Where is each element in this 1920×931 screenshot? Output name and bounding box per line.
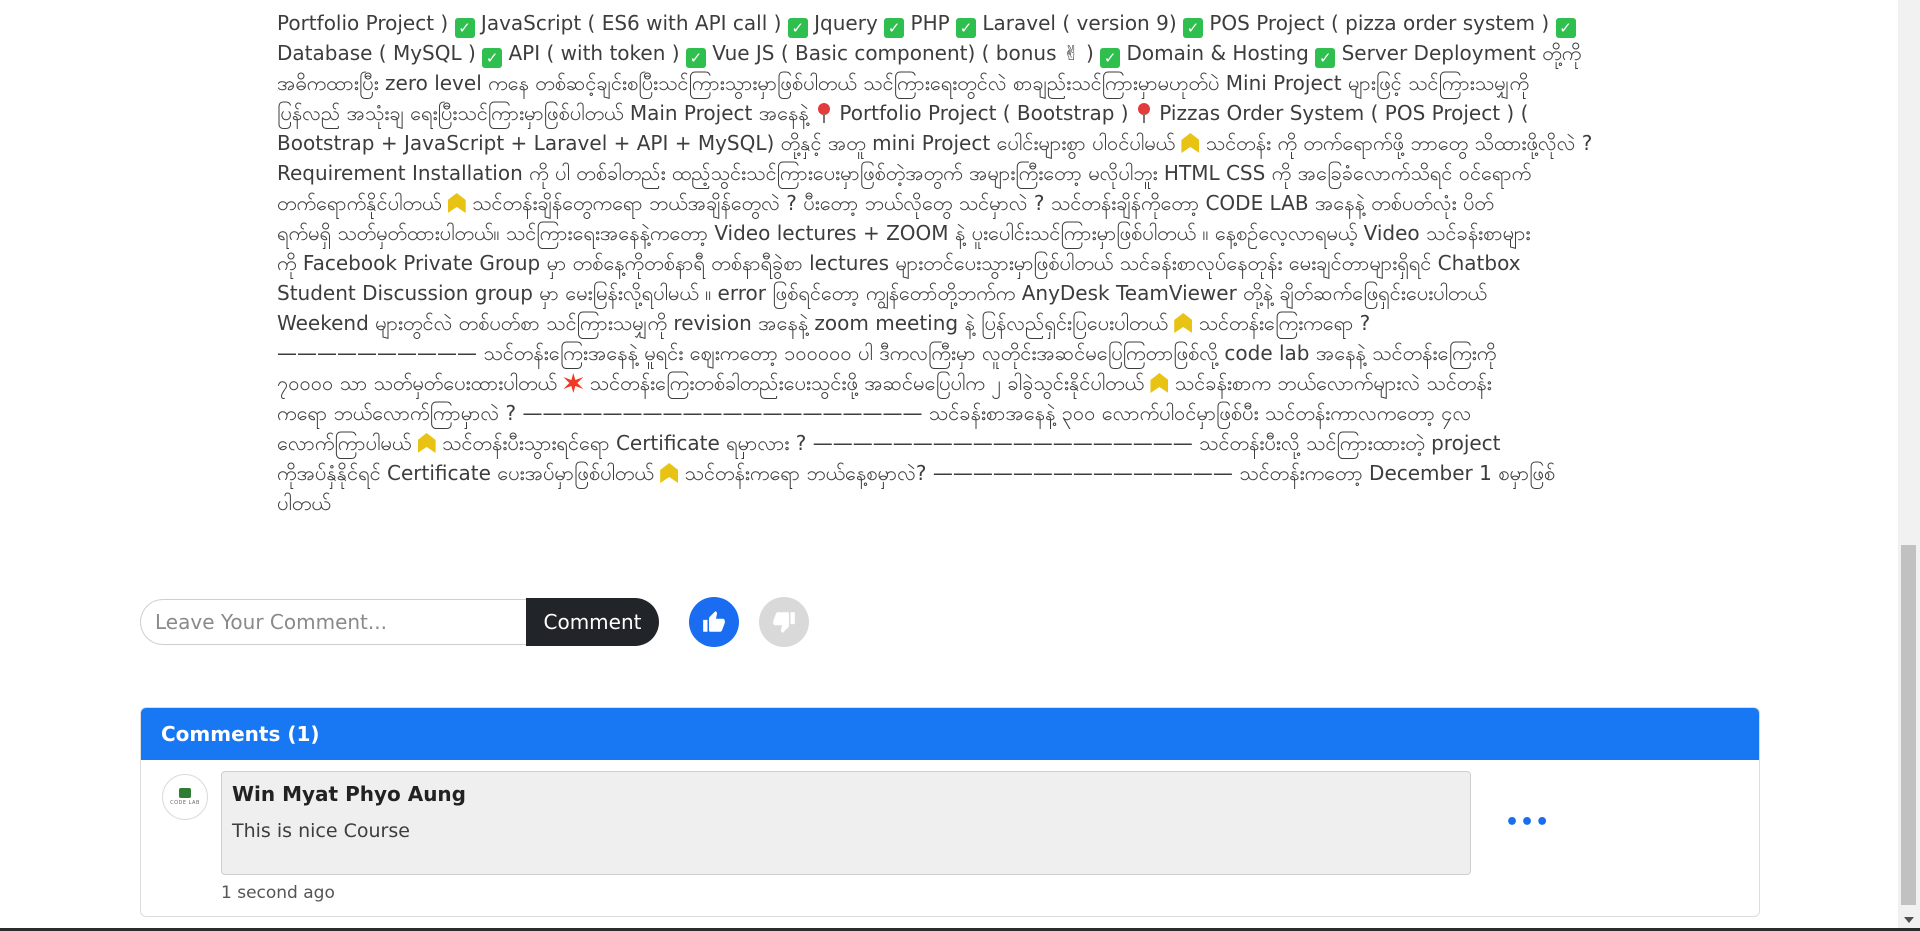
description-line: လောက်ကြာပါမယ် သင်တန်းပီးသွားရင်ရော Certi… — [277, 431, 1501, 455]
check-icon: ✓ — [884, 18, 905, 38]
scroll-down-arrow-icon[interactable] — [1904, 917, 1914, 923]
scrollbar-thumb[interactable] — [1901, 545, 1916, 905]
description-line: အဓိကထားပြီး zero level ကနေ တစ်ဆင့်ချင်းစ… — [277, 71, 1530, 95]
description-line: Requirement Installation ကို ပါ တစ်ခါတည်… — [277, 161, 1532, 185]
comment-timestamp: 1 second ago — [221, 883, 335, 903]
description-line: ပြန်လည် အသုံးချ ရေးပြီးသင်ကြားမှာဖြစ်ပါတ… — [277, 101, 1529, 125]
avatar: CODE LAB — [162, 774, 208, 820]
comment-text: This is nice Course — [232, 820, 410, 842]
comment-bubble: Win Myat Phyo Aung This is nice Course — [221, 771, 1471, 875]
course-description: Portfolio Project ) ✓ JavaScript ( ES6 w… — [277, 8, 1622, 518]
description-line: Database ( MySQL ) ✓ API ( with token ) … — [277, 41, 1582, 68]
description-line: ကို Facebook Private Group မှာ တစ်နေ့ကို… — [277, 251, 1521, 275]
description-line: ကရော ဘယ်လောက်ကြာမှာလဲ ? ————————————————… — [277, 401, 1472, 425]
check-icon: ✓ — [482, 48, 503, 68]
description-line: ၇၀၀၀၀ သာ သတ်မှတ်ပေးထားပါတယ် သင်တန်းကြေးတ… — [277, 371, 1492, 395]
description-line: Student Discussion group မှာ မေးမြန်းလို… — [277, 281, 1487, 305]
check-icon: ✓ — [1182, 18, 1203, 38]
beginner-badge-icon — [447, 193, 466, 213]
comment-button[interactable]: Comment — [526, 598, 659, 646]
thumbs-down-icon — [773, 612, 795, 633]
beginner-badge-icon — [1150, 373, 1169, 393]
code-lab-logo-icon — [179, 788, 191, 798]
check-icon: ✓ — [1555, 18, 1576, 38]
check-icon: ✓ — [956, 18, 977, 38]
beginner-badge-icon — [1174, 313, 1193, 333]
like-button[interactable] — [689, 597, 739, 647]
page-scrollbar[interactable] — [1898, 0, 1920, 931]
comment-menu-button[interactable]: ••• — [1505, 810, 1550, 835]
pin-icon — [1135, 103, 1153, 123]
thumbs-up-icon — [703, 611, 725, 632]
check-icon: ✓ — [1315, 48, 1336, 68]
description-line: ကိုအပ်နှံနိုင်ရင် Certificate ပေးအပ်မှာဖ… — [277, 461, 1556, 485]
page: Portfolio Project ) ✓ JavaScript ( ES6 w… — [0, 0, 1920, 931]
comment-form: Comment — [140, 598, 659, 646]
check-icon: ✓ — [1100, 48, 1121, 68]
description-line: ရက်မရှိ သတ်မှတ်ထားပါတယ်။ သင်ကြားရေးအနေနဲ… — [277, 221, 1531, 245]
comments-header: Comments (1) — [141, 708, 1759, 760]
check-icon: ✓ — [685, 48, 706, 68]
comment-input[interactable] — [140, 599, 526, 645]
beginner-badge-icon — [660, 463, 679, 483]
check-icon: ✓ — [454, 18, 475, 38]
beginner-badge-icon — [1181, 133, 1200, 153]
pin-icon — [815, 103, 833, 123]
description-line: Bootstrap + JavaScript + Laravel + API +… — [277, 131, 1593, 155]
description-line: —————————— သင်တန်းကြေးအနေနဲ့ မူရင်း ဈေးက… — [277, 341, 1497, 365]
check-icon: ✓ — [787, 18, 808, 38]
description-line: တက်ရောက်နိုင်ပါတယ် သင်တန်းချိန်တွေကရော ဘ… — [277, 191, 1494, 215]
beginner-badge-icon — [417, 433, 436, 453]
description-line: Portfolio Project ) ✓ JavaScript ( ES6 w… — [277, 8, 1622, 38]
description-line: Weekend များတွင်လဲ တစ်ပတ်စာ သင်ကြားသမျှက… — [277, 311, 1371, 335]
comment-author: Win Myat Phyo Aung — [232, 782, 466, 806]
collision-icon — [563, 373, 584, 393]
avatar-logo-text: CODE LAB — [170, 800, 200, 806]
comments-card: Comments (1) CODE LAB Win Myat Phyo Aung… — [140, 707, 1760, 917]
dislike-button[interactable] — [759, 597, 809, 647]
description-line: ပါတယ် — [277, 491, 331, 515]
